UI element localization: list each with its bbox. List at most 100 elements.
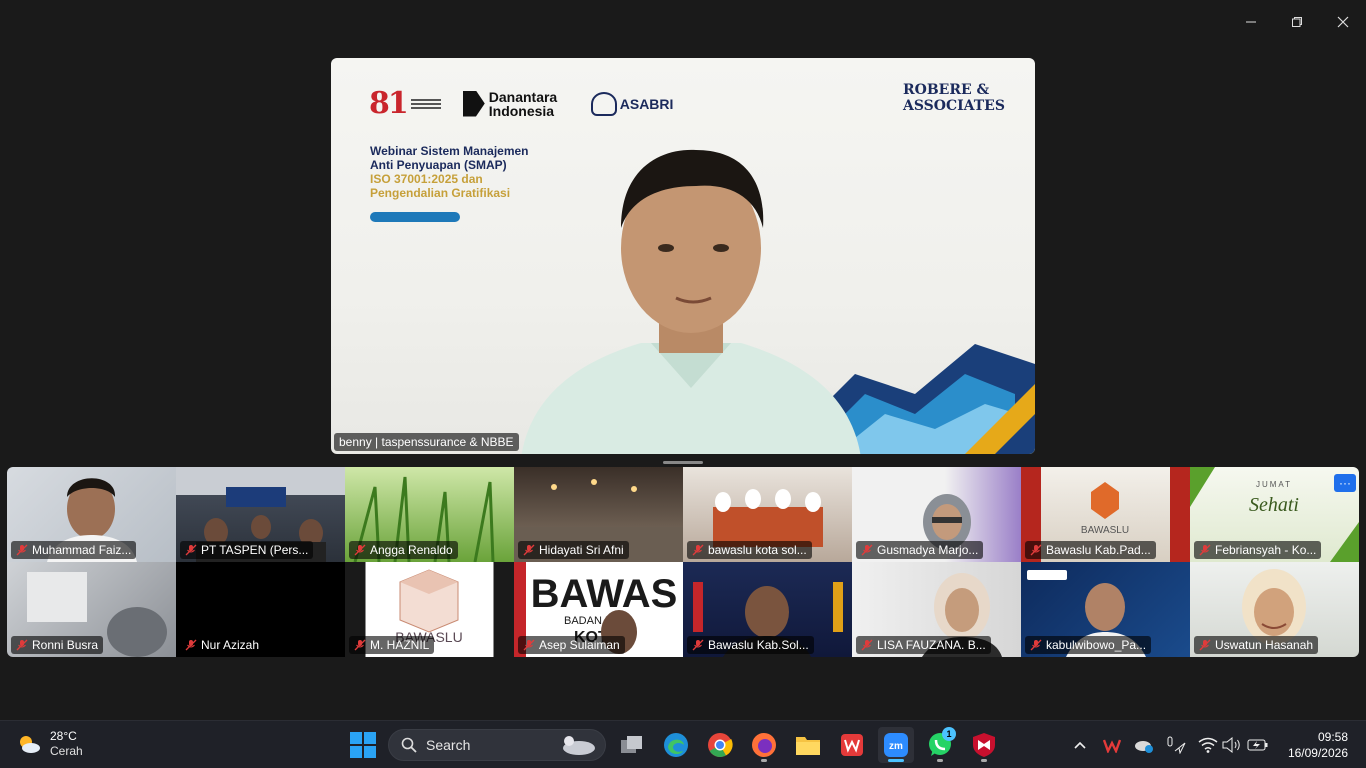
taskbar-mcafee[interactable] — [966, 727, 1002, 763]
clock-date: 16/09/2026 — [1287, 746, 1348, 760]
wps-office-icon — [841, 734, 863, 756]
svg-text:zm: zm — [889, 741, 903, 752]
participant-tile[interactable]: Angga Renaldo — [345, 467, 514, 562]
participant-tile[interactable]: Bawaslu Kab.Sol... — [683, 562, 852, 657]
tray-location[interactable] — [1164, 731, 1188, 759]
participant-name: M. HAZNIL — [370, 638, 430, 652]
participant-tile[interactable]: Nur Azizah — [176, 562, 345, 657]
slide-date-pill — [370, 212, 460, 222]
mic-muted-icon — [1199, 639, 1211, 651]
participant-tile[interactable]: Muhammad Faiz... — [7, 467, 176, 562]
weather-widget[interactable]: 28°C Cerah — [16, 729, 83, 759]
participant-tile[interactable]: bawaslu kota sol... — [683, 467, 852, 562]
restore-icon — [1292, 17, 1302, 27]
mic-muted-icon — [1030, 544, 1042, 556]
logo-robere: ROBERE & ASSOCIATES — [903, 82, 1005, 114]
mic-muted-icon — [861, 639, 873, 651]
tray-network[interactable] — [1196, 731, 1220, 759]
more-options-button[interactable]: ··· — [1334, 474, 1356, 492]
firefox-icon — [752, 733, 776, 757]
participant-name: Asep Sulaiman — [539, 638, 620, 652]
taskbar-zoom[interactable]: zm — [878, 727, 914, 763]
participant-label: PT TASPEN (Pers... — [180, 541, 314, 559]
running-indicator — [981, 759, 987, 762]
participant-name: Uswatun Hasanah — [1215, 638, 1314, 652]
close-button[interactable] — [1320, 0, 1366, 44]
volume-icon — [1222, 737, 1240, 753]
taskbar-wps-office[interactable] — [834, 727, 870, 763]
participant-tile[interactable]: PT TASPEN (Pers... — [176, 467, 345, 562]
taskbar-firefox[interactable] — [746, 727, 782, 763]
weather-temperature: 28°C — [50, 729, 77, 743]
participant-tile[interactable]: Uswatun Hasanah — [1190, 562, 1359, 657]
mic-muted-icon — [354, 639, 366, 651]
taskbar-clock[interactable]: 09:58 16/09/2026 — [1288, 729, 1348, 761]
participant-label: kabulwibowo_Pa... — [1025, 636, 1152, 654]
mic-muted-icon — [523, 639, 535, 651]
participant-tile[interactable]: Hidayati Sri Afni — [514, 467, 683, 562]
close-icon — [1337, 16, 1349, 28]
show-hidden-icons-button[interactable] — [1068, 731, 1092, 759]
chevron-up-icon — [1074, 741, 1086, 749]
mic-muted-icon — [354, 544, 366, 556]
participant-tile[interactable]: BAWASLU Bawaslu Kab.Pad... — [1021, 467, 1190, 562]
logo-asabri-text: ASABRI — [619, 95, 674, 112]
participant-label: Nur Azizah — [180, 636, 265, 654]
taskbar-task-view[interactable] — [614, 727, 650, 763]
participant-label: Asep Sulaiman — [518, 636, 625, 654]
participant-tile[interactable]: Gusmadya Marjo... — [852, 467, 1021, 562]
participant-label: Angga Renaldo — [349, 541, 458, 559]
participant-name: PT TASPEN (Pers... — [201, 543, 309, 557]
search-label: Search — [426, 737, 471, 753]
running-indicator — [888, 759, 904, 762]
chrome-icon — [708, 733, 733, 758]
participant-tile[interactable]: BAWASBADAN PENKOTA Asep Sulaiman — [514, 562, 683, 657]
weather-partly-cloudy-icon — [20, 736, 40, 753]
gallery-resize-handle[interactable] — [663, 461, 703, 464]
mic-muted-icon — [523, 544, 535, 556]
participant-label: LISA FAUZANA. B... — [856, 636, 991, 654]
search-icon — [401, 737, 417, 753]
bawaslu-logo-text: BAWASLU — [1081, 525, 1129, 536]
participant-tile[interactable]: Ronni Busra — [7, 562, 176, 657]
participant-tile[interactable]: LISA FAUZANA. B... — [852, 562, 1021, 657]
participant-tile[interactable]: JUMAT Sehati ··· Febriansyah - Ko... — [1190, 467, 1359, 562]
taskbar-file-explorer[interactable] — [790, 727, 826, 763]
weather-condition: Cerah — [50, 744, 83, 758]
participant-name: Hidayati Sri Afni — [539, 543, 624, 557]
participant-name: bawaslu kota sol... — [708, 543, 807, 557]
participant-label: Bawaslu Kab.Sol... — [687, 636, 814, 654]
start-button[interactable] — [349, 731, 377, 759]
taskbar-search[interactable]: Search — [388, 729, 606, 761]
participant-name: Nur Azizah — [201, 638, 260, 652]
danantara-mark-icon — [462, 90, 485, 117]
mic-muted-icon — [1199, 544, 1211, 556]
tray-volume[interactable] — [1220, 731, 1244, 759]
minimize-button[interactable] — [1228, 0, 1274, 44]
participant-label: Ronni Busra — [11, 636, 104, 654]
taskbar-edge[interactable] — [658, 727, 694, 763]
sehati-top-text: JUMAT — [1256, 480, 1292, 489]
participant-name: Ronni Busra — [32, 638, 99, 652]
bawaslu-banner-text: BAWAS — [531, 572, 678, 616]
participant-name: Angga Renaldo — [370, 543, 453, 557]
participant-name: LISA FAUZANA. B... — [877, 638, 986, 652]
taskbar-whatsapp[interactable]: 1 — [922, 727, 958, 763]
participant-label: M. HAZNIL — [349, 636, 435, 654]
tray-wps[interactable] — [1100, 731, 1124, 759]
taskbar-chrome[interactable] — [702, 727, 738, 763]
tray-onedrive[interactable] — [1132, 731, 1156, 759]
participant-name: kabulwibowo_Pa... — [1046, 638, 1147, 652]
participant-tile[interactable]: BAWASLU M. HAZNIL — [345, 562, 514, 657]
mic-muted-icon — [185, 544, 197, 556]
logo-81-text: 81 — [369, 86, 409, 121]
logo-asabri: ASABRI — [590, 91, 674, 116]
participant-tile[interactable]: kabulwibowo_Pa... — [1021, 562, 1190, 657]
logo-danantara: Danantara Indonesia — [462, 90, 569, 118]
tray-battery[interactable] — [1246, 731, 1270, 759]
active-speaker-video[interactable]: 81 Danantara Indonesia ASABRI ROBERE & A… — [331, 58, 1035, 454]
restore-button[interactable] — [1274, 0, 1320, 44]
mic-muted-icon — [861, 544, 873, 556]
slide-logos: 81 Danantara Indonesia ASABRI — [369, 86, 673, 121]
participant-name: Muhammad Faiz... — [32, 543, 132, 557]
